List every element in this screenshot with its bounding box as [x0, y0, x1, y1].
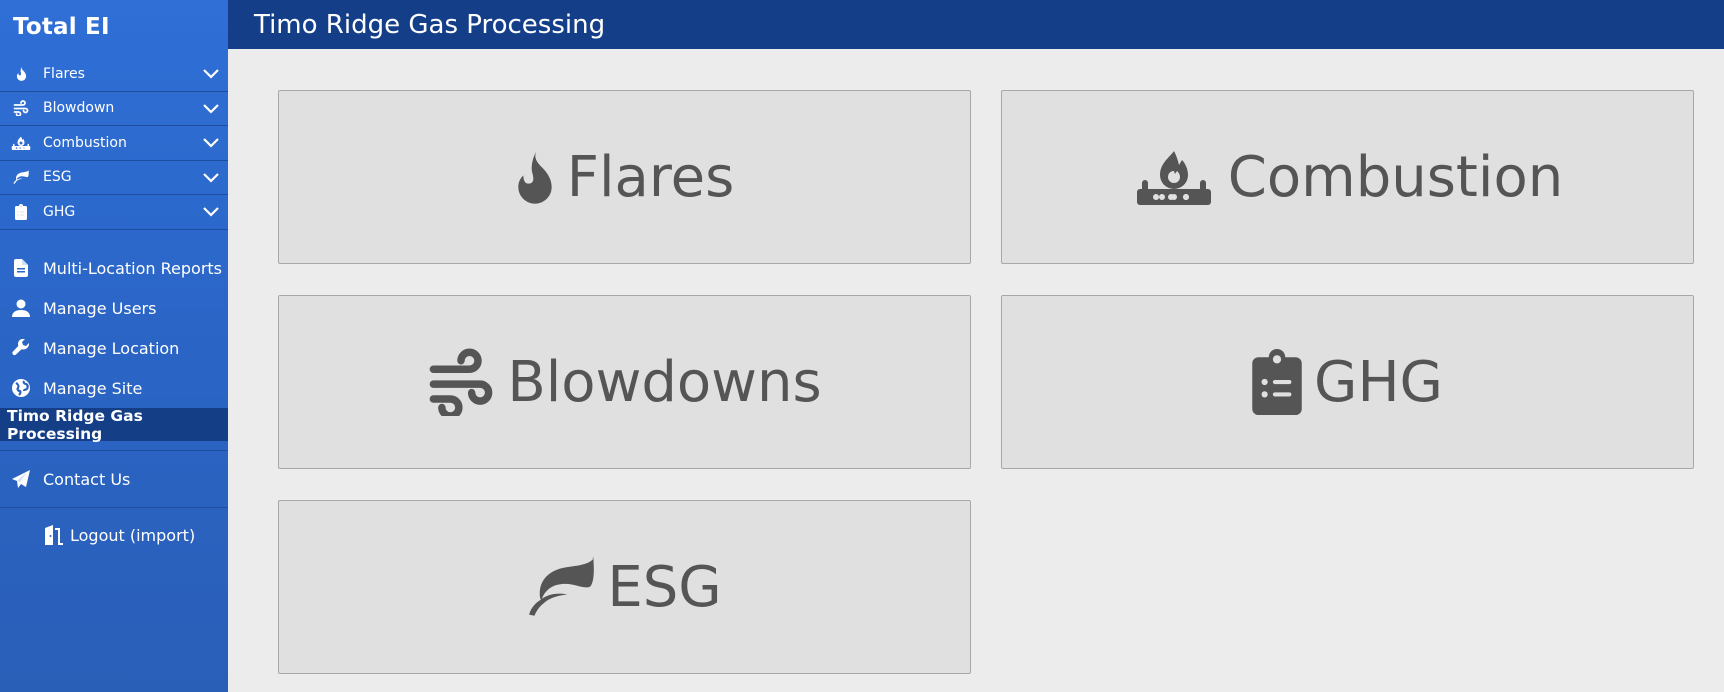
card-label: ESG [607, 554, 722, 620]
divider [0, 450, 228, 451]
chevron-down-icon [203, 207, 219, 217]
page-header: Timo Ridge Gas Processing [228, 0, 1724, 49]
page-title: Timo Ridge Gas Processing [254, 9, 606, 40]
accordion-item-flares[interactable]: Flares [0, 57, 228, 92]
burner-icon [11, 135, 31, 151]
accordion-label: Flares [43, 65, 85, 82]
accordion-label: ESG [43, 169, 72, 186]
accordion-label: Blowdown [43, 100, 115, 117]
chevron-down-icon [203, 103, 219, 114]
logout-label: Logout (import) [70, 525, 196, 545]
nav-manage-site[interactable]: Manage Site [0, 371, 228, 405]
nav-label: Contact Us [43, 469, 131, 489]
nav-label: Multi-Location Reports [43, 258, 223, 278]
card-flares[interactable]: Flares [278, 90, 971, 264]
fire-icon [515, 145, 555, 209]
chevron-down-icon [203, 172, 219, 183]
accordion-item-esg[interactable]: ESG [0, 161, 228, 195]
divider [0, 507, 228, 508]
card-label: Flares [566, 144, 735, 210]
accordion-item-blowdown[interactable]: Blowdown [0, 92, 228, 126]
active-location-item[interactable]: Timo Ridge Gas Processing [0, 407, 228, 443]
nav-label: Manage Site [43, 378, 143, 398]
card-combustion[interactable]: Combustion [1001, 90, 1694, 264]
card-label: Blowdowns [507, 349, 822, 415]
nav-label: Manage Users [43, 298, 157, 318]
paper-plane-icon [10, 469, 32, 489]
leaf-icon [11, 169, 31, 185]
nav-label: Manage Location [43, 338, 180, 358]
brand-title: Total EI [13, 14, 110, 40]
chevron-down-icon [203, 69, 219, 79]
globe-icon [10, 378, 32, 398]
accordion-label: GHG [43, 203, 76, 220]
card-blowdowns[interactable]: Blowdowns [278, 295, 971, 469]
file-icon [10, 258, 32, 278]
clipboard-list-icon [11, 204, 31, 220]
chevron-down-icon [203, 138, 219, 148]
card-esg[interactable]: ESG [278, 500, 971, 674]
fire-icon [11, 66, 31, 82]
accordion-item-ghg[interactable]: GHG [0, 195, 228, 230]
accordion-label: Combustion [43, 134, 127, 151]
clipboard-list-icon [1252, 349, 1302, 415]
nav-contact-us[interactable]: Contact Us [0, 462, 228, 496]
card-label: GHG [1314, 349, 1443, 415]
nav-manage-users[interactable]: Manage Users [0, 291, 228, 325]
wind-icon [11, 100, 31, 116]
burner-icon [1132, 145, 1216, 209]
door-open-icon [44, 524, 66, 546]
leaf-icon [527, 557, 595, 617]
card-ghg[interactable]: GHG [1001, 295, 1694, 469]
accordion-item-combustion[interactable]: Combustion [0, 126, 228, 161]
card-label: Combustion [1227, 144, 1564, 210]
wrench-icon [10, 338, 32, 358]
wind-icon [427, 348, 495, 416]
sidebar-accordion: Flares Blowdown Combustion ESG GHG [0, 57, 228, 230]
user-icon [10, 298, 32, 318]
logout-button[interactable]: Logout (import) [44, 524, 195, 546]
nav-multi-location-reports[interactable]: Multi-Location Reports [0, 251, 228, 285]
nav-manage-location[interactable]: Manage Location [0, 331, 228, 365]
sidebar: Total EI Flares Blowdown Combustion ESG … [0, 0, 228, 692]
